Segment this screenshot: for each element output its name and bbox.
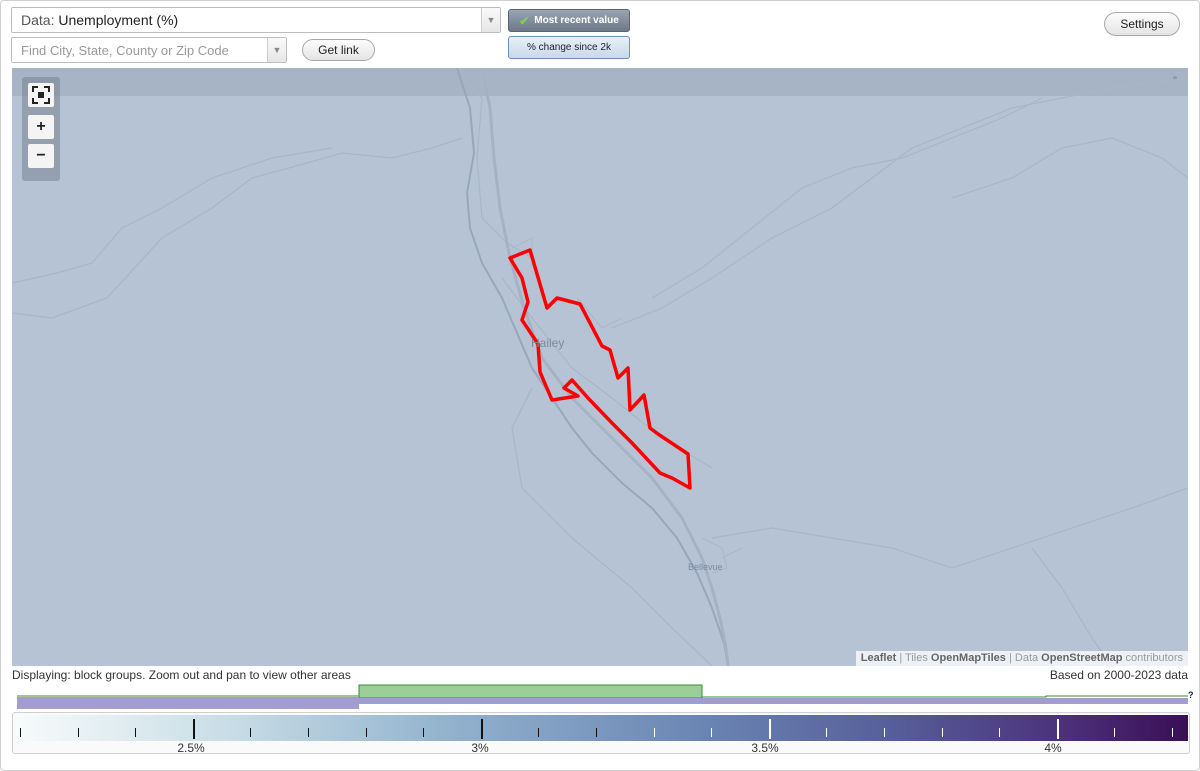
histogram-highlight [17, 697, 359, 709]
chevron-down-icon[interactable]: ▼ [481, 8, 500, 32]
highlighted-region[interactable] [508, 248, 692, 490]
color-legend: 2.5% 3% 3.5% 4% [12, 712, 1190, 755]
percent-change-label: % change since 2k [527, 42, 611, 53]
legend-minor-tick [826, 728, 828, 737]
attrib-sep1: | Tiles [896, 652, 931, 664]
histogram-highlight-tail [359, 698, 1188, 704]
data-select[interactable]: Data: Unemployment (%) ▼ [11, 7, 501, 33]
openmaptiles-link[interactable]: OpenMapTiles [931, 652, 1006, 664]
check-icon: ✔ [519, 13, 530, 28]
legend-minor-tick [250, 728, 252, 737]
legend-minor-tick [1114, 728, 1116, 737]
legend-minor-tick [653, 728, 655, 737]
highway [480, 68, 730, 666]
place-label-bellevue: Bellevue [688, 562, 723, 572]
legend-minor-tick [999, 728, 1001, 737]
legend-minor-tick [20, 728, 21, 737]
openstreetmap-link[interactable]: OpenStreetMap [1041, 652, 1122, 664]
zoom-controls: + − [22, 77, 60, 181]
legend-minor-tick [884, 728, 885, 737]
attrib-tail: contributors [1122, 652, 1183, 664]
fullscreen-icon [32, 86, 50, 104]
location-search[interactable]: ▼ [11, 37, 287, 63]
map-canvas[interactable]: Hailey Bellevue + − Leaflet | Tiles Open… [12, 68, 1188, 666]
legend-minor-tick [423, 728, 425, 737]
legend-major-tick [1056, 719, 1059, 739]
legend-label-4: 4% [1044, 741, 1062, 755]
legend-major-tick [768, 719, 771, 739]
most-recent-value-button[interactable]: ✔ Most recent value [508, 9, 630, 32]
legend-minor-tick [308, 728, 309, 737]
legend-major-tick [192, 719, 195, 739]
plus-icon: + [36, 118, 46, 135]
terrain-lines [12, 77, 1188, 666]
get-link-button[interactable]: Get link [302, 39, 375, 61]
legend-label-3: 3% [471, 741, 489, 755]
minus-icon: − [36, 147, 46, 164]
legend-minor-tick [538, 728, 540, 737]
histogram-bar [358, 684, 703, 699]
percent-change-button[interactable]: % change since 2k [508, 36, 630, 59]
streets [511, 237, 743, 574]
most-recent-label: Most recent value [534, 15, 619, 26]
legend-minor-tick [941, 728, 943, 737]
chevron-down-icon[interactable]: ▼ [267, 38, 286, 62]
settings-button[interactable]: Settings [1104, 12, 1180, 36]
histogram-help[interactable]: ? [1188, 690, 1194, 700]
legend-gradient [16, 715, 1188, 741]
place-label-hailey: Hailey [531, 336, 565, 350]
legend-major-tick [480, 719, 483, 739]
map-top-band [12, 68, 1188, 96]
value-histogram [17, 684, 1188, 709]
zoom-in-button[interactable]: + [28, 115, 54, 139]
legend-minor-tick [596, 728, 597, 737]
legend-label-3-5: 3.5% [751, 741, 779, 755]
search-input[interactable] [12, 38, 273, 62]
legend-label-2-5: 2.5% [177, 741, 205, 755]
river [456, 68, 729, 666]
legend-minor-tick [135, 728, 137, 737]
leaflet-link[interactable]: Leaflet [861, 652, 896, 664]
zoom-out-button[interactable]: − [28, 144, 54, 168]
map-basemap [12, 68, 1188, 666]
map-attribution: Leaflet | Tiles OpenMapTiles | Data Open… [855, 651, 1188, 666]
fullscreen-button[interactable] [28, 83, 54, 107]
attrib-sep2: | Data [1005, 652, 1042, 664]
legend-minor-tick [711, 728, 713, 737]
data-select-label: Data: Unemployment (%) [21, 12, 179, 28]
legend-minor-tick [77, 728, 79, 737]
display-status: Displaying: block groups. Zoom out and p… [12, 668, 351, 682]
data-range-note: Based on 2000-2023 data [1049, 668, 1188, 682]
legend-minor-tick [365, 728, 367, 737]
legend-minor-tick [1172, 728, 1173, 737]
